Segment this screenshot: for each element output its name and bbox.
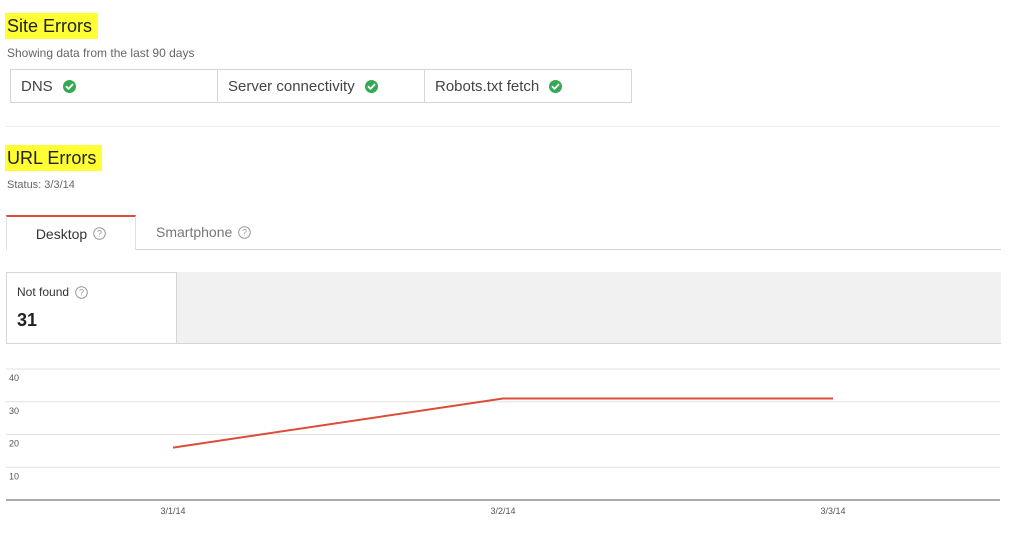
robots-fetch-status-cell[interactable]: Robots.txt fetch — [425, 70, 631, 102]
url-errors-status: Status: 3/3/14 — [7, 179, 75, 191]
section-divider — [6, 126, 1000, 127]
check-circle-icon — [62, 79, 76, 93]
help-icon[interactable]: ? — [93, 227, 106, 240]
not-found-metric-card[interactable]: Not found ? 31 — [6, 272, 177, 343]
metric-strip: Not found ? 31 — [6, 272, 1001, 344]
y-tick-label: 10 — [9, 471, 19, 481]
site-errors-subtitle: Showing data from the last 90 days — [7, 46, 195, 60]
not-found-line-chart: 10 20 30 40 3/1/14 3/2/14 3/3/14 — [6, 368, 1000, 516]
y-tick-label: 40 — [9, 373, 19, 383]
x-tick-label: 3/2/14 — [490, 506, 515, 516]
tab-desktop-label: Desktop — [35, 225, 88, 242]
svg-text:?: ? — [79, 287, 84, 297]
dns-status-cell[interactable]: DNS — [11, 70, 218, 102]
x-tick-label: 3/3/14 — [820, 506, 845, 516]
help-icon[interactable]: ? — [75, 285, 88, 299]
y-tick-label: 20 — [9, 439, 19, 449]
robots-fetch-label: Robots.txt fetch — [435, 77, 540, 95]
url-errors-title: URL Errors — [5, 145, 103, 171]
dns-label: DNS — [21, 77, 53, 95]
server-connectivity-status-cell[interactable]: Server connectivity — [218, 70, 425, 102]
x-tick-label: 3/1/14 — [160, 506, 185, 516]
tab-smartphone-label: Smartphone — [156, 224, 233, 240]
tab-desktop[interactable]: Desktop ? — [6, 215, 136, 250]
not-found-label: Not found — [17, 285, 70, 299]
svg-text:?: ? — [242, 227, 247, 237]
not-found-count: 31 — [17, 310, 38, 330]
tab-smartphone[interactable]: Smartphone ? — [156, 215, 252, 249]
series-line — [172, 397, 833, 449]
device-tabs: Desktop ? Smartphone ? — [6, 215, 1001, 250]
search-console-panel: Site Errors Showing data from the last 9… — [0, 0, 1024, 544]
not-found-label-row: Not found ? — [17, 285, 88, 299]
y-tick-label: 30 — [9, 406, 19, 416]
check-circle-icon — [364, 79, 378, 93]
server-connectivity-label: Server connectivity — [228, 77, 355, 95]
help-icon[interactable]: ? — [238, 225, 252, 239]
site-errors-title: Site Errors — [5, 13, 99, 39]
svg-text:?: ? — [97, 229, 102, 239]
site-errors-status-table: DNS Server connectivity Robots.txt fetch — [10, 69, 632, 103]
check-circle-icon — [549, 79, 563, 93]
